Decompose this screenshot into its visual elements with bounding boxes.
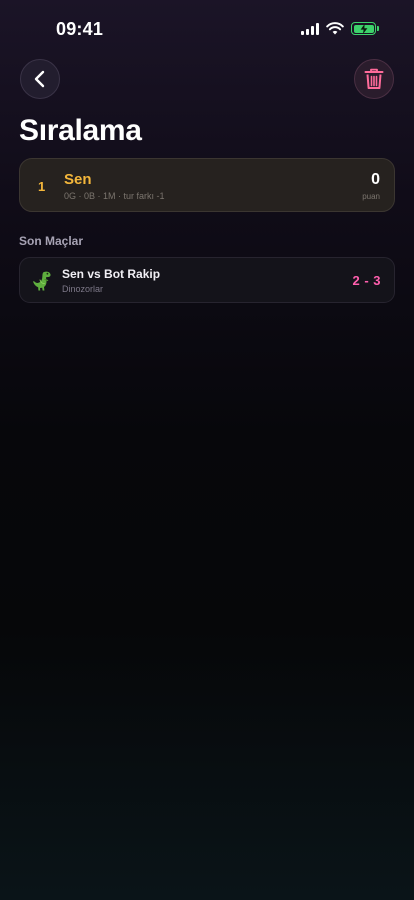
battery-charging-icon	[351, 22, 379, 35]
dinosaur-icon	[33, 271, 51, 291]
back-button[interactable]	[20, 59, 60, 99]
points-value: 0	[371, 171, 380, 188]
player-name: Sen	[64, 171, 92, 188]
page-title: Sıralama	[19, 114, 142, 147]
status-time: 09:41	[56, 19, 104, 39]
standing-row[interactable]: 1 Sen 0G · 0B · 1M · tur farkı -1 0 puan	[19, 158, 395, 212]
trash-icon	[364, 68, 384, 89]
status-icons	[301, 22, 379, 35]
recent-matches-title: Son Maçlar	[19, 234, 84, 248]
status-bar: 09:41	[0, 0, 414, 60]
chevron-left-icon	[34, 70, 45, 88]
points-label: puan	[362, 192, 380, 201]
match-score: 2 - 3	[352, 273, 381, 288]
match-category: Dinozorlar	[62, 284, 104, 294]
match-row[interactable]: Sen vs Bot Rakip Dinozorlar 2 - 3	[19, 257, 395, 303]
delete-button[interactable]	[354, 59, 394, 99]
wifi-icon	[326, 22, 344, 35]
rank-number: 1	[38, 179, 46, 194]
player-stats: 0G · 0B · 1M · tur farkı -1	[64, 191, 165, 201]
match-title: Sen vs Bot Rakip	[62, 267, 161, 281]
cellular-signal-icon	[301, 22, 319, 35]
